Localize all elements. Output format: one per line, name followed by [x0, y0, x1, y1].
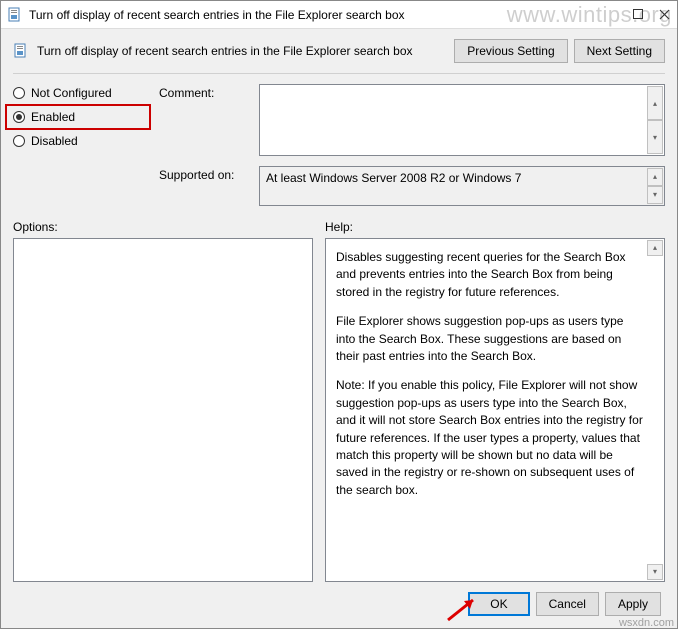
options-box: [13, 238, 313, 582]
radio-icon: [13, 111, 25, 123]
help-paragraph: Note: If you enable this policy, File Ex…: [336, 377, 646, 499]
divider: [13, 73, 665, 74]
policy-title: Turn off display of recent search entrie…: [37, 44, 446, 58]
scroll-up-icon[interactable]: ▴: [647, 240, 663, 256]
options-label: Options:: [13, 220, 313, 234]
window-title: Turn off display of recent search entrie…: [29, 8, 631, 22]
dialog-content: Turn off display of recent search entrie…: [1, 29, 677, 628]
nav-buttons: Previous Setting Next Setting: [454, 39, 665, 63]
spin-buttons: ▴ ▾: [647, 86, 663, 154]
next-setting-button[interactable]: Next Setting: [574, 39, 665, 63]
supported-value: At least Windows Server 2008 R2 or Windo…: [266, 171, 521, 185]
panes: Options: Help: ▴ Disables suggesting rec…: [13, 220, 665, 582]
scroll-down-icon[interactable]: ▾: [647, 120, 663, 154]
options-pane-col: Options:: [13, 220, 313, 582]
comment-row: Comment: ▴ ▾: [159, 84, 665, 156]
policy-icon: [7, 7, 23, 23]
help-pane-col: Help: ▴ Disables suggesting recent queri…: [325, 220, 665, 582]
scroll-down-icon[interactable]: ▾: [647, 186, 663, 204]
apply-button[interactable]: Apply: [605, 592, 661, 616]
scroll-up-icon[interactable]: ▴: [647, 86, 663, 120]
policy-icon: [13, 43, 29, 59]
comment-label: Comment:: [159, 84, 249, 156]
radio-label: Not Configured: [31, 86, 112, 100]
radio-not-configured[interactable]: Not Configured: [13, 86, 143, 100]
titlebar: Turn off display of recent search entrie…: [1, 1, 677, 29]
radio-disabled[interactable]: Disabled: [13, 134, 143, 148]
previous-setting-button[interactable]: Previous Setting: [454, 39, 567, 63]
scroll-down-icon[interactable]: ▾: [647, 564, 663, 580]
radio-label: Disabled: [31, 134, 78, 148]
maximize-button[interactable]: [631, 8, 645, 22]
help-box: ▴ Disables suggesting recent queries for…: [325, 238, 665, 582]
titlebar-controls: [631, 8, 671, 22]
close-button[interactable]: [657, 8, 671, 22]
radio-group: Not Configured Enabled Disabled: [13, 84, 143, 206]
comment-textarea[interactable]: ▴ ▾: [259, 84, 665, 156]
help-label: Help:: [325, 220, 665, 234]
radio-label: Enabled: [31, 110, 75, 124]
scroll-up-icon[interactable]: ▴: [647, 168, 663, 186]
help-text: Disables suggesting recent queries for t…: [336, 249, 646, 499]
supported-label: Supported on:: [159, 166, 249, 206]
spin-buttons: ▴ ▾: [647, 168, 663, 204]
header-row: Turn off display of recent search entrie…: [13, 39, 665, 63]
cancel-button[interactable]: Cancel: [536, 592, 599, 616]
radio-icon: [13, 135, 25, 147]
config-row: Not Configured Enabled Disabled Comment:: [13, 84, 665, 206]
ok-button[interactable]: OK: [468, 592, 529, 616]
fields-col: Comment: ▴ ▾ Supported on: At least Wind…: [159, 84, 665, 206]
supported-field: At least Windows Server 2008 R2 or Windo…: [259, 166, 665, 206]
help-paragraph: Disables suggesting recent queries for t…: [336, 249, 646, 301]
gpo-dialog: Turn off display of recent search entrie…: [0, 0, 678, 629]
supported-row: Supported on: At least Windows Server 20…: [159, 166, 665, 206]
footer-buttons: OK Cancel Apply: [13, 582, 665, 620]
radio-icon: [13, 87, 25, 99]
radio-enabled[interactable]: Enabled: [5, 104, 151, 130]
help-paragraph: File Explorer shows suggestion pop-ups a…: [336, 313, 646, 365]
